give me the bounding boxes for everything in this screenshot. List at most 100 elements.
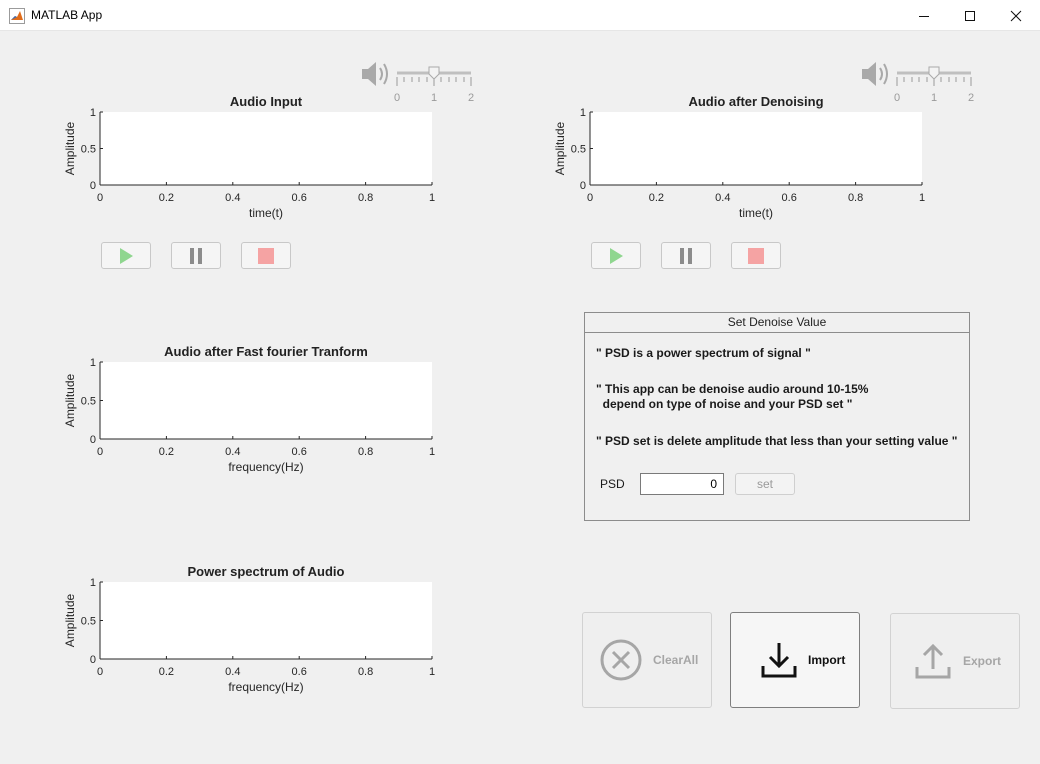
pause-button-input[interactable]	[171, 242, 221, 269]
pause-icon	[680, 247, 692, 264]
panel-info-denoise-2: depend on type of noise and your PSD set…	[596, 397, 853, 411]
import-button[interactable]: Import	[730, 612, 860, 708]
window-title: MATLAB App	[31, 8, 103, 22]
speaker-icon	[862, 62, 888, 86]
x-tick-label: 0.2	[159, 192, 174, 204]
play-button-denoised[interactable]	[591, 242, 641, 269]
denoise-panel: Set Denoise Value " PSD is a power spect…	[584, 312, 970, 521]
axes-audio-fft[interactable]: Audio after Fast fourier Tranform 0 0.2 0.4…	[40, 342, 452, 479]
play-icon	[120, 247, 133, 264]
y-axis-label: Amplitude	[553, 122, 567, 176]
stop-button-denoised[interactable]	[731, 242, 781, 269]
x-tick-label: 1	[429, 446, 435, 458]
x-tick-label: 0.4	[715, 192, 730, 204]
panel-info-psd: " PSD is a power spectrum of signal "	[596, 346, 811, 360]
x-tick-label: 0.6	[292, 446, 307, 458]
x-tick-label: 0.2	[649, 192, 664, 204]
x-axis-label: frequency(Hz)	[228, 680, 303, 694]
x-tick-label: 0.4	[225, 192, 240, 204]
stop-icon	[258, 247, 274, 264]
x-tick-label: 1	[429, 192, 435, 204]
y-axis-label: Amplitude	[63, 374, 77, 428]
x-tick-label: 0.4	[225, 666, 240, 678]
play-button-input[interactable]	[101, 242, 151, 269]
y-axis-label: Amplitude	[63, 594, 77, 648]
slider-thumb[interactable]	[928, 66, 940, 80]
export-label: Export	[963, 654, 1002, 668]
x-tick-label: 0.6	[782, 192, 797, 204]
panel-info-denoise: " This app can be denoise audio around 1…	[596, 382, 869, 396]
clear-icon	[600, 639, 642, 681]
x-tick-label: 0	[587, 192, 593, 204]
axes-power-spectrum[interactable]: Power spectrum of Audio 0 0.2 0.4 0.6 0.8 1 0 0.…	[40, 562, 452, 699]
close-icon	[1010, 10, 1022, 21]
play-icon	[610, 247, 623, 264]
x-axis-label: time(t)	[249, 206, 283, 220]
slider-tick-label: 2	[468, 92, 474, 104]
matlab-logo-icon	[9, 8, 25, 24]
maximize-icon	[965, 10, 975, 21]
axes-title: Power spectrum of Audio	[188, 564, 345, 579]
y-tick-label: 0	[580, 180, 586, 192]
x-tick-label: 0.8	[848, 192, 863, 204]
x-axis-label: time(t)	[739, 206, 773, 220]
y-tick-label: 1	[90, 577, 96, 589]
clear-all-button[interactable]: ClearAll	[582, 612, 712, 708]
pause-button-denoised[interactable]	[661, 242, 711, 269]
minimize-icon	[919, 15, 929, 17]
y-tick-label: 1	[90, 107, 96, 119]
plot-area[interactable]	[100, 582, 432, 659]
axes-title: Audio after Denoising	[688, 94, 823, 109]
x-tick-label: 0	[97, 446, 103, 458]
volume-slider[interactable]	[896, 66, 972, 86]
y-tick-label: 0.5	[571, 144, 586, 156]
upload-icon	[915, 643, 951, 679]
x-tick-label: 0.8	[358, 192, 373, 204]
volume-slider[interactable]	[396, 66, 472, 86]
stop-icon	[748, 247, 764, 264]
x-tick-label: 1	[429, 666, 435, 678]
window-titlebar: MATLAB App	[0, 0, 1040, 31]
axes-title: Audio after Fast fourier Tranform	[164, 344, 368, 359]
clear-all-label: ClearAll	[653, 653, 699, 667]
plot-area[interactable]	[100, 362, 432, 439]
x-tick-label: 0.6	[292, 192, 307, 204]
pause-icon	[190, 247, 202, 264]
y-tick-label: 0.5	[81, 616, 96, 628]
stop-button-input[interactable]	[241, 242, 291, 269]
minimize-button[interactable]	[901, 0, 947, 31]
x-tick-label: 0.2	[159, 446, 174, 458]
y-tick-label: 0	[90, 180, 96, 192]
x-tick-label: 0	[97, 666, 103, 678]
plot-area[interactable]	[590, 112, 922, 185]
y-tick-label: 1	[580, 107, 586, 119]
import-label: Import	[808, 653, 846, 667]
slider-tick-label: 2	[968, 92, 974, 104]
panel-info-psd-set: " PSD set is delete amplitude that less …	[596, 434, 958, 448]
x-tick-label: 0.8	[358, 666, 373, 678]
close-button[interactable]	[993, 0, 1039, 31]
set-button[interactable]: set	[735, 473, 795, 495]
download-icon	[761, 643, 797, 678]
maximize-button[interactable]	[947, 0, 993, 31]
axes-audio-denoised[interactable]: Audio after Denoising 0 0.2 0.4 0.6 0.8 1 0 0.5 1…	[530, 92, 942, 225]
y-axis-label: Amplitude	[63, 122, 77, 176]
export-button[interactable]: Export	[890, 613, 1020, 709]
y-tick-label: 0.5	[81, 396, 96, 408]
axes-title: Audio Input	[230, 94, 303, 109]
axes-audio-input[interactable]: Audio Input 0 0.2 0.4 0.6 0.8 1 0 0.5 1 time(t) Amp…	[40, 92, 452, 225]
psd-input[interactable]	[640, 473, 724, 495]
y-tick-label: 0	[90, 434, 96, 446]
psd-label: PSD	[600, 477, 625, 491]
x-tick-label: 0.8	[358, 446, 373, 458]
y-tick-label: 1	[90, 357, 96, 369]
speaker-icon	[362, 62, 388, 86]
slider-thumb[interactable]	[428, 66, 440, 80]
x-tick-label: 0.4	[225, 446, 240, 458]
x-axis-label: frequency(Hz)	[228, 460, 303, 474]
x-tick-label: 1	[919, 192, 925, 204]
y-tick-label: 0.5	[81, 144, 96, 156]
plot-area[interactable]	[100, 112, 432, 185]
x-tick-label: 0.2	[159, 666, 174, 678]
y-tick-label: 0	[90, 654, 96, 666]
